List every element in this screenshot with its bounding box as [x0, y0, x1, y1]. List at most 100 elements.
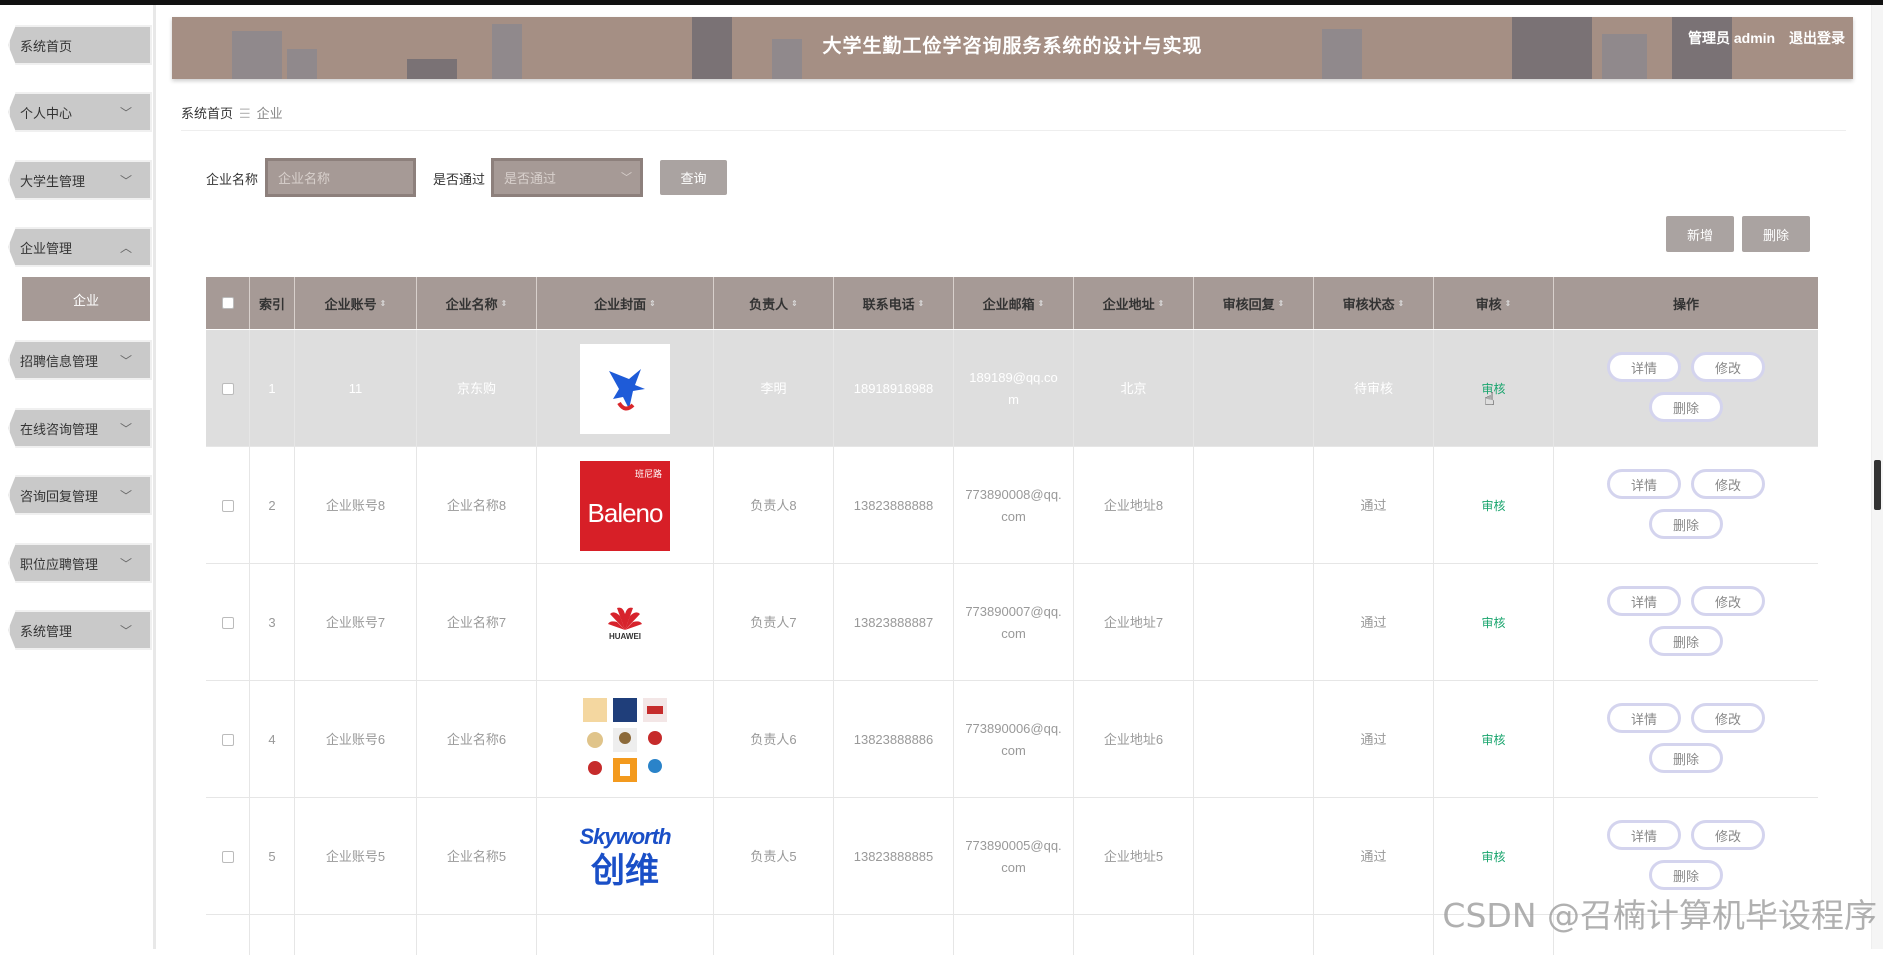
sidebar-item-enterprise[interactable]: 企业管理︿ — [8, 227, 152, 267]
scrollbar-thumb[interactable] — [1874, 460, 1881, 510]
page-scrollbar[interactable] — [1871, 5, 1883, 949]
sidebar-item-label: 系统管理 — [20, 621, 72, 640]
col-header[interactable]: 企业账号⇕ — [295, 277, 417, 329]
cell-owner: 负责人7 — [714, 564, 834, 681]
edit-button[interactable]: 修改 — [1691, 586, 1765, 616]
user-area: 管理员 admin 退出登录 — [1678, 28, 1845, 48]
logout-link[interactable]: 退出登录 — [1789, 30, 1845, 46]
row-select-cell — [206, 447, 250, 564]
col-header[interactable]: 联系电话⇕ — [834, 277, 954, 329]
delete-button[interactable]: 删除 — [1649, 860, 1723, 890]
table-row[interactable]: 3 企业账号7 企业名称7 HUAWEI 负责人7 13823888887 77… — [206, 564, 1818, 681]
breadcrumb-current: 企业 — [257, 106, 283, 121]
add-button[interactable]: 新增 — [1666, 216, 1734, 252]
col-header-label: 审核回复 — [1223, 294, 1275, 313]
select-all-checkbox[interactable] — [222, 297, 234, 309]
row-select-cell — [206, 798, 250, 915]
sidebar-item-profile[interactable]: 个人中心﹀ — [8, 92, 152, 132]
skyline-decoration — [407, 59, 457, 79]
col-header[interactable]: 审核状态⇕ — [1314, 277, 1434, 329]
chevron-down-icon: ﹀ — [120, 352, 132, 369]
edit-button[interactable]: 修改 — [1691, 352, 1765, 382]
sidebar-item-recruitment[interactable]: 招聘信息管理﹀ — [8, 340, 152, 380]
pointer-cursor-icon: ☝ — [1484, 388, 1495, 410]
sidebar: 系统首页 个人中心﹀ 大学生管理﹀ 企业管理︿ 企业 招聘信息管理﹀ 在线咨询管… — [0, 5, 156, 949]
cell-email: 773890007@qq.com — [954, 564, 1074, 681]
edit-button[interactable]: 修改 — [1691, 469, 1765, 499]
audit-link[interactable]: 审核 — [1481, 846, 1505, 868]
cell-reply — [1194, 330, 1314, 447]
detail-button[interactable]: 详情 — [1607, 469, 1681, 499]
chevron-down-icon: ﹀ — [120, 104, 132, 121]
edit-button[interactable]: 修改 — [1691, 703, 1765, 733]
col-header-label: 审核状态 — [1343, 294, 1395, 313]
batch-delete-button[interactable]: 删除 — [1742, 216, 1810, 252]
col-header[interactable]: 审核回复⇕ — [1194, 277, 1314, 329]
cell-phone — [834, 915, 954, 955]
delete-button[interactable]: 删除 — [1649, 509, 1723, 539]
sidebar-item-reply[interactable]: 咨询回复管理﹀ — [8, 475, 152, 515]
email-line: com — [1001, 623, 1026, 645]
chevron-down-icon: ﹀ — [120, 622, 132, 639]
table-row[interactable]: 2 企业账号8 企业名称8 班尼路 Baleno 负责人8 1382388888… — [206, 447, 1818, 564]
eagle-icon — [595, 359, 655, 419]
edit-button[interactable]: 修改 — [1691, 820, 1765, 850]
sidebar-item-applications[interactable]: 职位应聘管理﹀ — [8, 543, 152, 583]
col-header[interactable]: 审核⇕ — [1434, 277, 1554, 329]
row-checkbox[interactable] — [222, 500, 234, 512]
sidebar-item-system[interactable]: 系统管理 ﹀ — [8, 610, 152, 650]
delete-button[interactable]: 删除 — [1649, 626, 1723, 656]
delete-button[interactable]: 删除 — [1649, 743, 1723, 773]
col-header[interactable]: 企业名称⇕ — [417, 277, 537, 329]
breadcrumb-separator-icon: ☰ — [239, 106, 251, 121]
table-row[interactable]: 4 企业账号6 企业名称6 负责人6 13823888886 77389000 — [206, 681, 1818, 798]
sort-icon: ⇕ — [1505, 299, 1512, 308]
sidebar-item-home[interactable]: 系统首页 — [8, 25, 152, 65]
email-line: 773890005@qq. — [965, 835, 1061, 857]
baleno-en-text: Baleno — [588, 502, 663, 524]
table-header: 索引 企业账号⇕ 企业名称⇕ 企业封面⇕ 负责人⇕ 联系电话⇕ 企业邮箱⇕ 企业… — [206, 277, 1818, 329]
col-header[interactable]: 企业地址⇕ — [1074, 277, 1194, 329]
sidebar-subitem-label: 企业 — [73, 290, 99, 309]
sidebar-subitem-enterprise[interactable]: 企业 — [22, 277, 150, 321]
audit-link[interactable]: 审核 — [1481, 495, 1505, 517]
skyworth-cn-text: 创维 — [591, 854, 659, 888]
col-header[interactable]: 负责人⇕ — [714, 277, 834, 329]
col-header-label: 企业封面 — [594, 294, 646, 313]
col-header[interactable]: 企业邮箱⇕ — [954, 277, 1074, 329]
table-row[interactable]: 1 11 京东购 李明 18918918988 189189@qq.com 北京… — [206, 330, 1818, 447]
cell-address — [1074, 915, 1194, 955]
sidebar-item-label: 咨询回复管理 — [20, 486, 98, 505]
sidebar-item-students[interactable]: 大学生管理﹀ — [8, 160, 152, 200]
audit-link[interactable]: 审核 — [1481, 729, 1505, 751]
cell-status — [1314, 915, 1434, 955]
detail-button[interactable]: 详情 — [1607, 820, 1681, 850]
audit-link[interactable]: 审核 — [1481, 612, 1505, 634]
col-header[interactable]: 企业封面⇕ — [537, 277, 714, 329]
delete-button[interactable]: 删除 — [1649, 392, 1723, 422]
cell-cover: 班尼路 Baleno — [537, 447, 714, 564]
cell-address: 企业地址8 — [1074, 447, 1194, 564]
row-checkbox[interactable] — [222, 851, 234, 863]
name-filter-input[interactable]: 企业名称 — [265, 158, 416, 197]
cell-account: 企业账号7 — [295, 564, 417, 681]
sidebar-item-consult[interactable]: 在线咨询管理﹀ — [8, 408, 152, 448]
cell-operations: 详情 修改 删除 — [1554, 330, 1818, 447]
detail-button[interactable]: 详情 — [1607, 586, 1681, 616]
eagle-logo — [580, 344, 670, 434]
detail-button[interactable]: 详情 — [1607, 352, 1681, 382]
cell-owner: 负责人6 — [714, 681, 834, 798]
cell-address: 企业地址6 — [1074, 681, 1194, 798]
row-checkbox[interactable] — [222, 617, 234, 629]
sort-icon: ⇕ — [791, 299, 798, 308]
row-checkbox[interactable] — [222, 734, 234, 746]
query-button[interactable]: 查询 — [660, 160, 727, 195]
row-checkbox[interactable] — [222, 383, 234, 395]
pass-filter-select[interactable]: 是否通过﹀ — [491, 158, 643, 197]
skyworth-logo: Skyworth 创维 — [580, 812, 670, 902]
skyworth-en-text: Skyworth — [579, 826, 670, 848]
sidebar-item-label: 企业管理 — [20, 238, 72, 257]
breadcrumb-home[interactable]: 系统首页 — [181, 106, 233, 121]
cell-reply — [1194, 798, 1314, 915]
detail-button[interactable]: 详情 — [1607, 703, 1681, 733]
